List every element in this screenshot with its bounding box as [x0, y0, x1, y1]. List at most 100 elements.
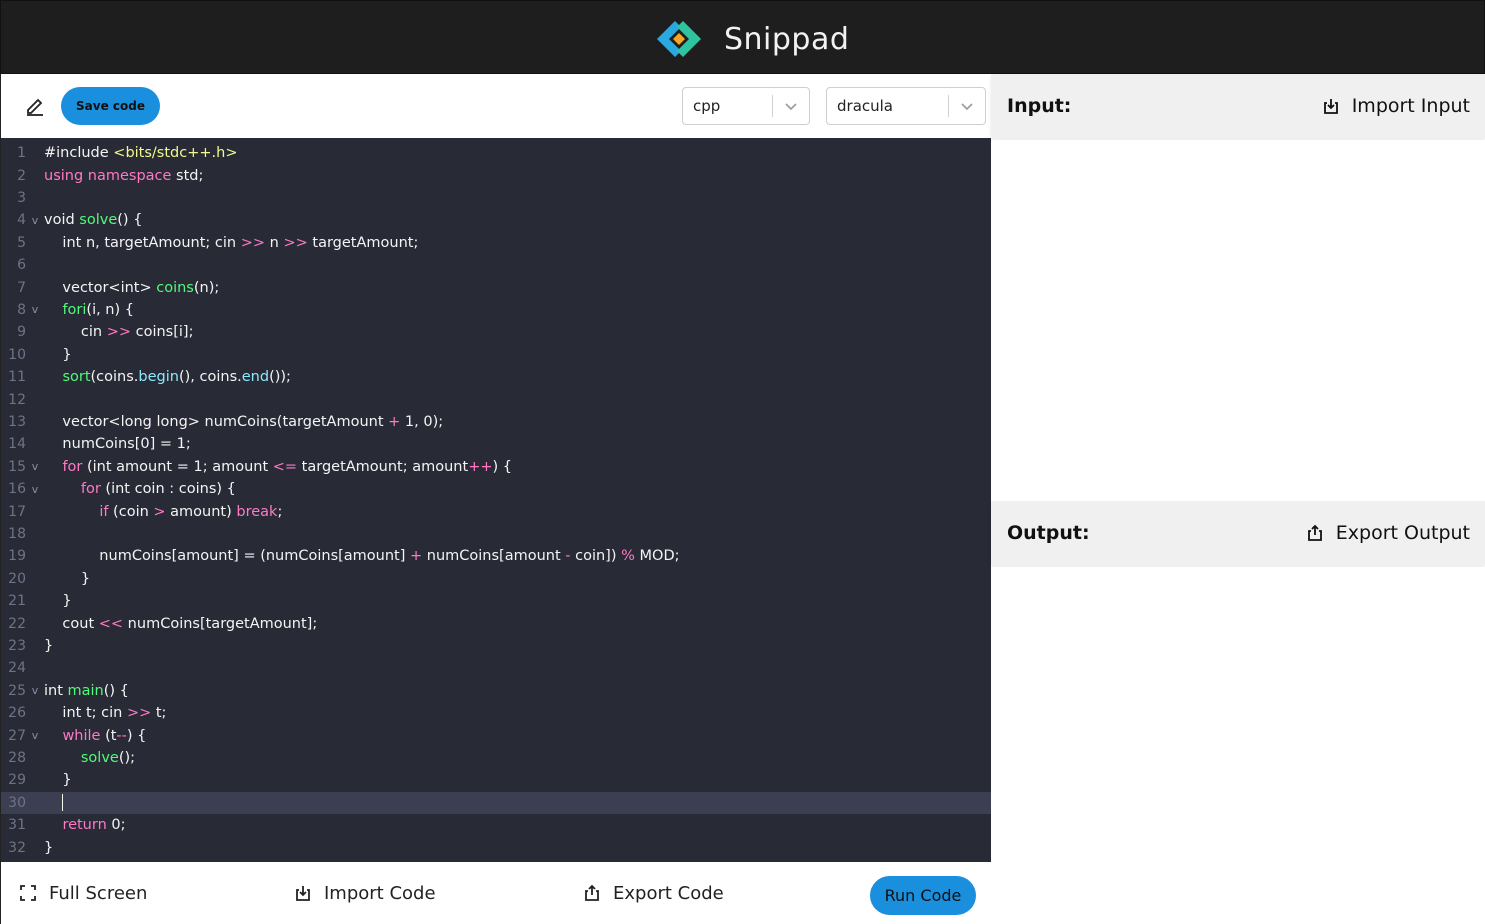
fold-chevron-icon[interactable]: v	[26, 460, 44, 473]
line-number: 17	[8, 503, 26, 520]
code-line[interactable]: 7 vector<int> coins(n);	[1, 276, 991, 298]
code-text: }	[44, 772, 72, 789]
text-cursor	[62, 794, 64, 812]
line-number: 29	[8, 772, 26, 789]
code-text: void solve() {	[44, 212, 143, 229]
line-number: 5	[17, 234, 26, 251]
fold-chevron-icon[interactable]: v	[26, 214, 44, 227]
code-text: cin >> coins[i];	[44, 324, 194, 341]
brand[interactable]: Snippad	[651, 15, 849, 63]
input-textarea[interactable]	[991, 140, 1485, 500]
app-header: Snippad	[0, 0, 1485, 74]
line-number: 18	[8, 525, 26, 542]
line-number: 12	[8, 391, 26, 408]
code-line[interactable]: 12	[1, 388, 991, 410]
code-line[interactable]: 15 v for (int amount = 1; amount <= targe…	[1, 456, 991, 478]
code-line[interactable]: 27 v while (t--) {	[1, 724, 991, 746]
code-line[interactable]: 30	[1, 791, 991, 814]
code-line[interactable]: 5 int n, targetAmount; cin >> n >> targe…	[1, 232, 991, 254]
output-area	[991, 567, 1485, 924]
output-title: Output:	[1007, 522, 1090, 544]
code-line[interactable]: 3	[1, 187, 991, 209]
line-number: 6	[17, 257, 26, 274]
fold-chevron-icon[interactable]: v	[26, 303, 44, 316]
chevron-down-icon[interactable]	[773, 88, 809, 124]
fullscreen-button[interactable]: Full Screen	[19, 862, 147, 924]
chevron-down-icon[interactable]	[949, 88, 985, 124]
code-line[interactable]: 31 return 0;	[1, 814, 991, 836]
code-line[interactable]: 23}	[1, 635, 991, 657]
line-number: 8	[17, 301, 26, 318]
code-line[interactable]: 22 cout << numCoins[targetAmount];	[1, 612, 991, 634]
code-text: numCoins[amount] = (numCoins[amount] + n…	[44, 548, 680, 565]
code-line[interactable]: 1 #include <bits/stdc++.h>	[1, 142, 991, 164]
line-number: 14	[8, 436, 26, 453]
line-number: 26	[8, 705, 26, 722]
code-text: sort(coins.begin(), coins.end());	[62, 369, 291, 386]
save-code-button[interactable]: Save code	[61, 87, 160, 125]
code-line[interactable]: 16 v for (int coin : coins) {	[1, 478, 991, 500]
code-editor[interactable]: 1 #include <bits/stdc++.h> 2 using namespac…	[0, 138, 991, 862]
line-number: 10	[8, 346, 26, 363]
line-number: 28	[8, 749, 26, 766]
code-line[interactable]: 20 }	[1, 568, 991, 590]
code-text: int n, targetAmount; cin >> n >> targetA…	[44, 234, 419, 251]
code-line[interactable]: 25 v int main() {	[1, 680, 991, 702]
code-text: solve();	[80, 749, 136, 766]
code-text: for (int coin : coins) {	[80, 481, 236, 498]
code-line[interactable]: 32}	[1, 836, 991, 858]
code-line[interactable]: 18	[1, 523, 991, 545]
fold-chevron-icon[interactable]: v	[26, 483, 44, 496]
code-line[interactable]: 26 int t; cin >> t;	[1, 702, 991, 724]
code-line[interactable]: 9 cin >> coins[i];	[1, 321, 991, 343]
import-code-label: Import Code	[324, 882, 436, 904]
line-number: 24	[8, 660, 26, 677]
theme-select[interactable]: dracula	[826, 87, 986, 125]
code-line[interactable]: 13 vector<long long> numCoins(targetAmou…	[1, 411, 991, 433]
code-line[interactable]: 19 numCoins[amount] = (numCoins[amount] …	[1, 545, 991, 567]
import-input-button[interactable]: Import Input	[1322, 74, 1470, 138]
code-line[interactable]: 14 numCoins[0] = 1;	[1, 433, 991, 455]
pencil-icon[interactable]	[25, 96, 45, 116]
run-code-button[interactable]: Run Code	[870, 876, 976, 915]
line-number: 30	[8, 794, 26, 811]
fullscreen-label: Full Screen	[49, 882, 148, 904]
input-panel-header: Input: Import Input	[991, 74, 1485, 138]
fold-chevron-icon[interactable]: v	[26, 729, 44, 742]
line-number: 22	[8, 615, 26, 632]
code-line[interactable]: 24	[1, 657, 991, 679]
export-icon	[1307, 524, 1322, 541]
code-text: using namespace std;	[44, 167, 204, 184]
code-text: fori(i, n) {	[62, 301, 134, 318]
code-line[interactable]: 4 v void solve() {	[1, 209, 991, 231]
export-code-button[interactable]: Export Code	[583, 862, 724, 924]
language-select[interactable]: cpp	[682, 87, 810, 125]
import-icon	[296, 886, 310, 901]
code-line[interactable]: 6	[1, 254, 991, 276]
line-number: 15	[8, 458, 26, 475]
code-line[interactable]: 2 using namespace std;	[1, 164, 991, 186]
code-text: vector<long long> numCoins(targetAmount …	[44, 413, 444, 430]
code-text: for (int amount = 1; amount <= targetAmo…	[62, 458, 512, 475]
fold-chevron-icon[interactable]: v	[26, 684, 44, 697]
code-line[interactable]: 11 sort(coins.begin(), coins.end());	[1, 366, 991, 388]
line-number: 1	[17, 145, 26, 162]
code-line[interactable]: 8v fori(i, n) {	[1, 299, 991, 321]
code-text: int t; cin >> t;	[44, 705, 167, 722]
line-number: 27	[8, 727, 26, 744]
export-output-button[interactable]: Export Output	[1306, 501, 1470, 565]
line-number: 32	[8, 839, 26, 856]
code-line[interactable]: 17 if (coin > amount) break;	[1, 500, 991, 522]
code-text: }	[44, 637, 54, 654]
fullscreen-icon	[20, 885, 36, 901]
line-number: 16	[8, 481, 26, 498]
code-line[interactable]: 10 }	[1, 344, 991, 366]
line-number: 9	[17, 324, 26, 341]
diamond-logo-icon	[657, 21, 701, 57]
code-line[interactable]: 28 solve();	[1, 747, 991, 769]
code-line[interactable]: 29 }	[1, 769, 991, 791]
import-code-button[interactable]: Import Code	[294, 862, 436, 924]
code-line[interactable]: 21 }	[1, 590, 991, 612]
language-value: cpp	[693, 97, 721, 115]
export-output-label: Export Output	[1335, 522, 1470, 544]
